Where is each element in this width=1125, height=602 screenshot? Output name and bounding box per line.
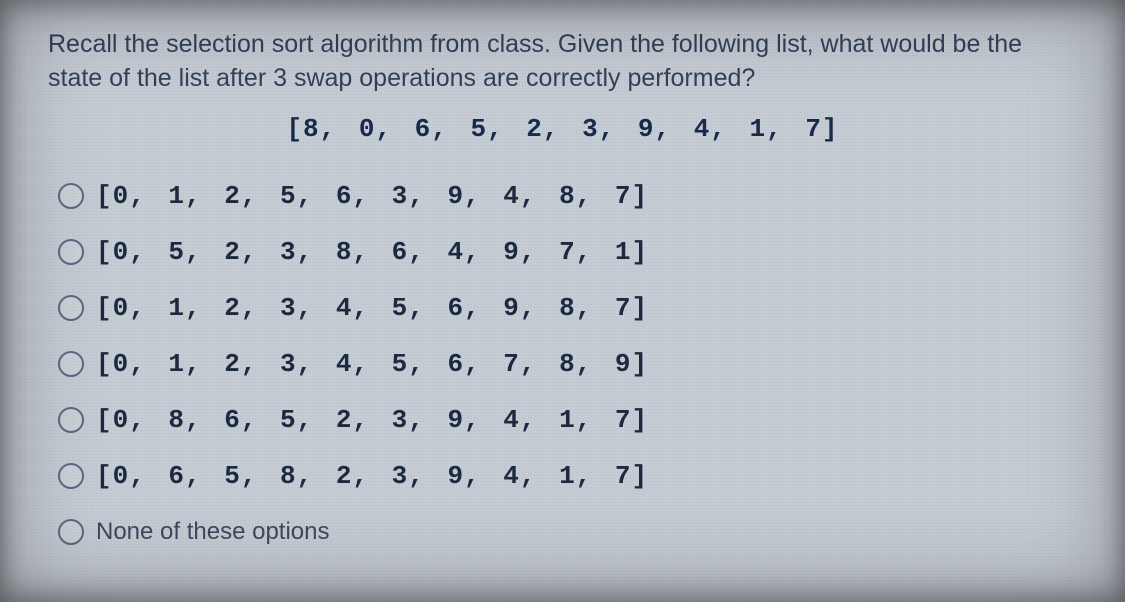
option-2[interactable]: [0, 5, 2, 3, 8, 6, 4, 9, 7, 1]	[58, 230, 1077, 274]
option-label: [0, 1, 2, 3, 4, 5, 6, 9, 8, 7]	[96, 293, 648, 323]
radio-icon[interactable]	[58, 519, 84, 545]
radio-icon[interactable]	[58, 463, 84, 489]
option-1[interactable]: [0, 1, 2, 5, 6, 3, 9, 4, 8, 7]	[58, 174, 1077, 218]
radio-icon[interactable]	[58, 351, 84, 377]
option-label: [0, 6, 5, 8, 2, 3, 9, 4, 1, 7]	[96, 461, 648, 491]
radio-icon[interactable]	[58, 239, 84, 265]
option-5[interactable]: [0, 8, 6, 5, 2, 3, 9, 4, 1, 7]	[58, 398, 1077, 442]
question-prompt: Recall the selection sort algorithm from…	[48, 28, 1077, 96]
option-label: [0, 1, 2, 3, 4, 5, 6, 7, 8, 9]	[96, 349, 648, 379]
option-label: [0, 8, 6, 5, 2, 3, 9, 4, 1, 7]	[96, 405, 648, 435]
option-7[interactable]: None of these options	[58, 510, 1077, 554]
option-6[interactable]: [0, 6, 5, 8, 2, 3, 9, 4, 1, 7]	[58, 454, 1077, 498]
radio-icon[interactable]	[58, 407, 84, 433]
option-label: None of these options	[96, 518, 330, 546]
initial-list: [8, 0, 6, 5, 2, 3, 9, 4, 1, 7]	[48, 114, 1077, 144]
option-label: [0, 5, 2, 3, 8, 6, 4, 9, 7, 1]	[96, 237, 648, 267]
option-4[interactable]: [0, 1, 2, 3, 4, 5, 6, 7, 8, 9]	[58, 342, 1077, 386]
radio-icon[interactable]	[58, 295, 84, 321]
option-label: [0, 1, 2, 5, 6, 3, 9, 4, 8, 7]	[96, 181, 648, 211]
options-group: [0, 1, 2, 5, 6, 3, 9, 4, 8, 7] [0, 5, 2,…	[48, 174, 1077, 554]
option-3[interactable]: [0, 1, 2, 3, 4, 5, 6, 9, 8, 7]	[58, 286, 1077, 330]
radio-icon[interactable]	[58, 183, 84, 209]
